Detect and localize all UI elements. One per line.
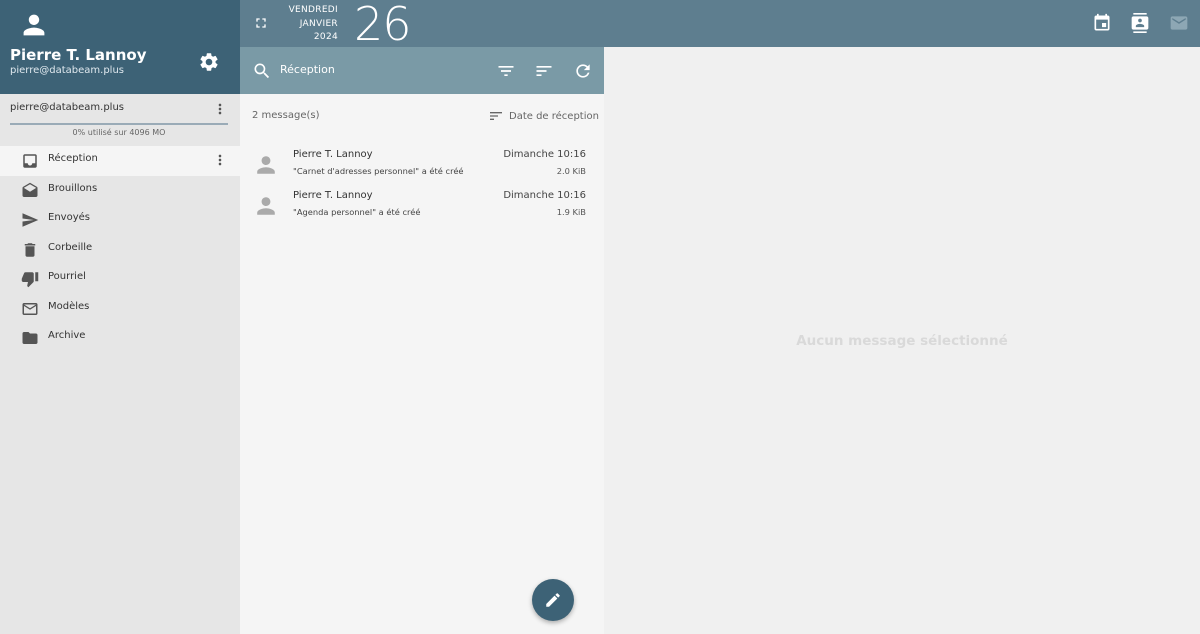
folder-item-archive[interactable]: Archive bbox=[0, 323, 240, 353]
quota-text: 0% utilisé sur 4096 MO bbox=[72, 128, 166, 137]
template-icon bbox=[22, 302, 38, 315]
message-row[interactable]: Pierre T. Lannoy "Agenda personnel" a ét… bbox=[240, 188, 604, 229]
folder-label: Réception bbox=[48, 153, 98, 164]
message-subject: "Agenda personnel" a été créé bbox=[293, 207, 421, 217]
folder-item-pourriel[interactable]: Pourriel bbox=[0, 264, 240, 294]
folder-item-modeles[interactable]: Modèles bbox=[0, 294, 240, 324]
year: 2024 bbox=[313, 32, 338, 42]
message-subject: "Carnet d'adresses personnel" a été créé bbox=[293, 166, 464, 176]
account-more-icon[interactable] bbox=[212, 101, 228, 117]
account-section: pierre@databeam.plus 0% utilisé sur 4096… bbox=[0, 94, 240, 146]
trash-icon bbox=[24, 242, 36, 257]
user-avatar-icon[interactable] bbox=[21, 12, 47, 38]
day-number: 26 bbox=[354, 0, 412, 51]
folder-item-brouillons[interactable]: Brouillons bbox=[0, 176, 240, 206]
sender-avatar-icon bbox=[257, 197, 275, 215]
send-icon bbox=[22, 213, 39, 227]
date-text: VENDREDI JANVIER 2024 bbox=[282, 4, 338, 45]
sort-lines-icon bbox=[490, 112, 502, 120]
top-bar: VENDREDI JANVIER 2024 26 bbox=[240, 0, 1200, 51]
folder-label: Envoyés bbox=[48, 212, 90, 223]
no-message-selected-text: Aucun message sélectionné bbox=[796, 333, 1008, 349]
sort-by-label: Date de réception bbox=[509, 110, 599, 122]
inbox-icon bbox=[23, 154, 37, 168]
folder-title: Réception bbox=[280, 63, 335, 76]
message-size: 1.9 KiB bbox=[556, 207, 586, 217]
sort-by-button[interactable]: Date de réception bbox=[488, 107, 599, 125]
folder-item-envoyes[interactable]: Envoyés bbox=[0, 205, 240, 235]
quota-bar bbox=[10, 123, 228, 125]
message-row[interactable]: Pierre T. Lannoy "Carnet d'adresses pers… bbox=[240, 147, 604, 188]
month: JANVIER bbox=[299, 18, 338, 29]
contacts-icon[interactable] bbox=[1130, 13, 1150, 33]
settings-gear-icon[interactable] bbox=[198, 51, 220, 73]
folder-label: Pourriel bbox=[48, 271, 86, 282]
reading-pane: Aucun message sélectionné bbox=[604, 47, 1200, 634]
mail-icon[interactable] bbox=[1169, 13, 1189, 33]
pencil-icon bbox=[546, 593, 560, 607]
user-name: Pierre T. Lannoy bbox=[10, 46, 147, 64]
folder-label: Brouillons bbox=[48, 182, 98, 194]
sidebar: Pierre T. Lannoy pierre@databeam.plus pi… bbox=[0, 0, 240, 634]
weekday: VENDREDI bbox=[288, 5, 338, 15]
message-size: 2.0 KiB bbox=[556, 166, 586, 176]
folder-item-reception[interactable]: Réception bbox=[0, 146, 240, 176]
sender-avatar-icon bbox=[257, 156, 275, 174]
filter-icon[interactable] bbox=[496, 61, 516, 81]
calendar-icon[interactable] bbox=[1092, 13, 1112, 33]
message-date: Dimanche 10:16 bbox=[503, 190, 586, 201]
search-icon[interactable] bbox=[252, 61, 272, 81]
message-sender: Pierre T. Lannoy bbox=[293, 190, 373, 201]
archive-icon bbox=[22, 332, 38, 344]
folder-label: Archive bbox=[48, 330, 86, 341]
folder-label: Modèles bbox=[48, 300, 90, 312]
drafts-icon bbox=[22, 182, 38, 197]
folder-label: Corbeille bbox=[48, 241, 93, 253]
refresh-icon[interactable] bbox=[573, 61, 593, 81]
folder-more-icon[interactable] bbox=[212, 152, 228, 168]
spam-icon bbox=[21, 272, 39, 288]
user-email: pierre@databeam.plus bbox=[10, 65, 125, 76]
compose-button[interactable] bbox=[532, 579, 574, 621]
profile-header: Pierre T. Lannoy pierre@databeam.plus bbox=[0, 0, 240, 94]
fullscreen-icon[interactable] bbox=[253, 15, 269, 31]
folder-list: Réception Brouillons Envoyés Corbeille P… bbox=[0, 146, 240, 353]
message-sender: Pierre T. Lannoy bbox=[293, 149, 373, 160]
message-date: Dimanche 10:16 bbox=[503, 149, 586, 160]
folder-item-corbeille[interactable]: Corbeille bbox=[0, 235, 240, 265]
account-email[interactable]: pierre@databeam.plus bbox=[10, 102, 124, 113]
message-list-pane: Réception 2 message(s) Date de réception… bbox=[240, 47, 604, 634]
list-header: Réception bbox=[240, 47, 604, 94]
sort-icon[interactable] bbox=[534, 61, 554, 81]
message-count: 2 message(s) bbox=[252, 110, 320, 121]
